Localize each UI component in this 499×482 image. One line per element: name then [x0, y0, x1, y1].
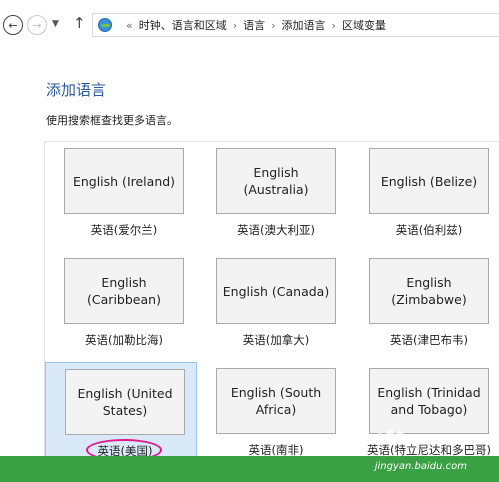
- page-title: 添加语言: [46, 81, 107, 99]
- language-option-caribbean[interactable]: English (Caribbean) 英语(加勒比海): [45, 252, 197, 356]
- footer-band: jingyan.baidu.com: [0, 456, 499, 482]
- arrow-left-icon: ←: [8, 18, 18, 32]
- language-option-belize[interactable]: English (Belize) 英语(伯利兹): [350, 142, 499, 246]
- address-bar[interactable]: « 时钟、语言和区域 › 语言 › 添加语言 › 区域变量: [92, 13, 499, 37]
- history-dropdown[interactable]: ▼: [52, 19, 59, 29]
- arrow-right-icon: →: [32, 18, 42, 32]
- language-grid: English (Ireland) 英语(爱尔兰) English (Austr…: [44, 141, 499, 466]
- language-option-united-states[interactable]: English (United States) 英语(美国): [45, 362, 197, 466]
- chevron-down-icon: ▼: [52, 19, 59, 29]
- forward-button[interactable]: →: [27, 15, 47, 35]
- language-tile[interactable]: English (Ireland): [64, 148, 184, 214]
- language-caption: 英语(加勒比海): [85, 333, 163, 347]
- language-caption: 英语(澳大利亚): [237, 223, 315, 237]
- language-option-ireland[interactable]: English (Ireland) 英语(爱尔兰): [45, 142, 197, 246]
- page-subtitle: 使用搜索框查找更多语言。: [46, 114, 178, 127]
- language-tile[interactable]: English (Australia): [216, 148, 336, 214]
- language-tile[interactable]: English (Belize): [369, 148, 489, 214]
- language-option-trinidad-tobago[interactable]: English (Trinidad and Tobago) 英语(特立尼达和多巴…: [350, 362, 499, 466]
- language-caption: 英语(加拿大): [242, 333, 310, 347]
- breadcrumb-clock-language-region[interactable]: 时钟、语言和区域: [139, 17, 227, 33]
- breadcrumb-regional-variants[interactable]: 区域变量: [342, 17, 386, 33]
- up-button[interactable]: ↑: [73, 14, 86, 32]
- breadcrumb-overflow[interactable]: «: [126, 19, 133, 32]
- language-tile[interactable]: English (Canada): [216, 258, 336, 324]
- back-button[interactable]: ←: [3, 15, 23, 35]
- breadcrumb-separator[interactable]: ›: [233, 19, 237, 32]
- language-option-canada[interactable]: English (Canada) 英语(加拿大): [197, 252, 349, 356]
- breadcrumb-add-language[interactable]: 添加语言: [282, 17, 326, 33]
- language-option-australia[interactable]: English (Australia) 英语(澳大利亚): [197, 142, 349, 246]
- baidu-paw-icon: [372, 427, 432, 447]
- breadcrumb-separator[interactable]: ›: [332, 19, 336, 32]
- language-tile[interactable]: English (South Africa): [216, 368, 336, 434]
- language-tile[interactable]: English (Caribbean): [64, 258, 184, 324]
- language-option-south-africa[interactable]: English (South Africa) 英语(南非): [197, 362, 349, 466]
- language-caption: 英语(爱尔兰): [90, 223, 158, 237]
- language-tile[interactable]: English (United States): [65, 369, 185, 435]
- language-tile[interactable]: English (Zimbabwe): [369, 258, 489, 324]
- language-caption: 英语(津巴布韦): [390, 333, 468, 347]
- language-option-zimbabwe[interactable]: English (Zimbabwe) 英语(津巴布韦): [350, 252, 499, 356]
- watermark-text: jingyan.baidu.com: [374, 461, 467, 472]
- breadcrumb-language[interactable]: 语言: [243, 17, 265, 33]
- language-tile[interactable]: English (Trinidad and Tobago): [369, 368, 489, 434]
- navigation-bar: ← → ▼ ↑ « 时钟、语言和区域 › 语言 › 添加语言 › 区域变量: [0, 0, 499, 52]
- language-caption: 英语(伯利兹): [395, 223, 463, 237]
- arrow-up-icon: ↑: [73, 14, 86, 32]
- control-panel-globe-icon: [98, 18, 112, 32]
- breadcrumb-separator[interactable]: ›: [271, 19, 275, 32]
